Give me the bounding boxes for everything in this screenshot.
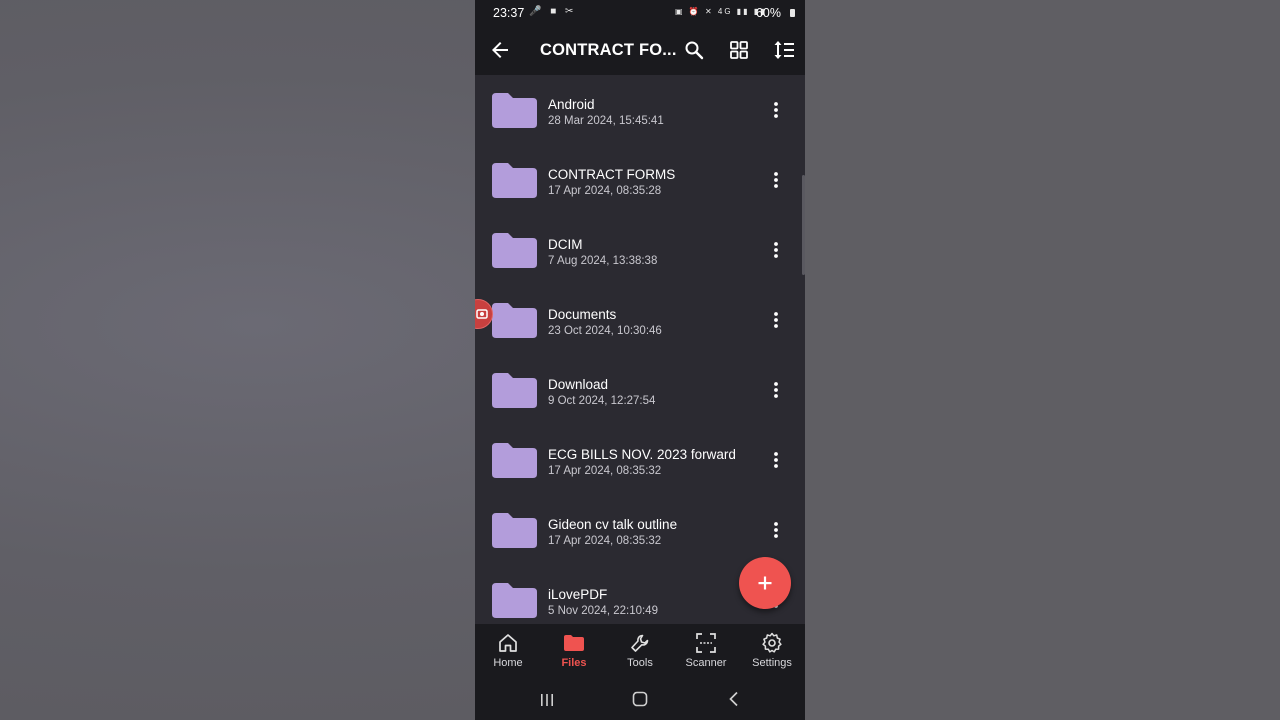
- home-button-icon[interactable]: [632, 691, 648, 707]
- folder-list[interactable]: Android 28 Mar 2024, 15:45:41 CONTRACT F…: [475, 75, 805, 624]
- folder-name: iLovePDF: [548, 587, 608, 602]
- list-item[interactable]: Download 9 Oct 2024, 12:27:54: [475, 355, 805, 425]
- nav-label: Scanner: [685, 657, 727, 669]
- nav-label: Tools: [627, 657, 653, 669]
- status-notification-icons: 🎤 ■ ✂: [529, 6, 577, 17]
- folder-icon: [564, 635, 584, 651]
- battery-icon: [790, 9, 795, 17]
- list-item[interactable]: CONTRACT FORMS 17 Apr 2024, 08:35:28: [475, 145, 805, 215]
- phone-screen: 23:37 🎤 ■ ✂ ▣ ⏰ ✕ 4G ▮▮ ▮▮ 60% CONTRACT …: [475, 0, 805, 720]
- nav-label: Settings: [752, 657, 792, 669]
- recent-apps-icon[interactable]: [539, 692, 555, 708]
- folder-icon: [492, 373, 537, 408]
- folder-date: 17 Apr 2024, 08:35:32: [548, 465, 662, 477]
- folder-date: 7 Aug 2024, 13:38:38: [548, 255, 658, 267]
- bottom-navigation: Home Files Tools Scanner Settings: [475, 624, 805, 680]
- back-button-icon[interactable]: [726, 691, 742, 707]
- status-system-icons: ▣ ⏰ ✕ 4G ▮▮ ▮▮: [675, 7, 767, 16]
- folder-date: 23 Oct 2024, 10:30:46: [548, 325, 662, 337]
- folder-icon: [492, 443, 537, 478]
- folder-icon: [492, 513, 537, 548]
- folder-name: Download: [548, 377, 609, 392]
- gear-icon: [762, 632, 782, 653]
- screen-recorder-bubble[interactable]: [475, 299, 493, 329]
- nav-item-settings[interactable]: Settings: [739, 624, 805, 680]
- folder-icon: [492, 163, 537, 198]
- system-navigation-bar: [475, 680, 805, 720]
- more-vert-icon[interactable]: [771, 311, 781, 329]
- grid-view-icon[interactable]: [727, 38, 751, 62]
- scanner-icon: [696, 633, 716, 653]
- list-item[interactable]: ECG BILLS NOV. 2023 forward 17 Apr 2024,…: [475, 425, 805, 495]
- search-icon[interactable]: [682, 38, 706, 62]
- list-item[interactable]: Documents 23 Oct 2024, 10:30:46: [475, 285, 805, 355]
- folder-icon: [492, 233, 537, 268]
- camera-icon: [476, 309, 488, 319]
- folder-name: Gideon cv talk outline: [548, 517, 678, 532]
- list-item[interactable]: Android 28 Mar 2024, 15:45:41: [475, 75, 805, 145]
- background-panel: [805, 0, 1280, 720]
- folder-name: Android: [548, 97, 595, 112]
- nav-label: Home: [493, 657, 523, 669]
- more-vert-icon[interactable]: [771, 451, 781, 469]
- network-label: 4G: [717, 7, 733, 16]
- app-bar: CONTRACT FO...: [475, 25, 805, 75]
- nav-item-files[interactable]: Files: [541, 624, 607, 680]
- status-bar: 23:37 🎤 ■ ✂ ▣ ⏰ ✕ 4G ▮▮ ▮▮ 60%: [475, 0, 805, 25]
- more-vert-icon[interactable]: [771, 101, 781, 119]
- list-item[interactable]: DCIM 7 Aug 2024, 13:38:38: [475, 215, 805, 285]
- folder-date: 17 Apr 2024, 08:35:28: [548, 185, 662, 197]
- add-button[interactable]: [739, 557, 791, 609]
- folder-name: Documents: [548, 307, 617, 322]
- nav-item-tools[interactable]: Tools: [607, 624, 673, 680]
- nav-label: Files: [561, 657, 587, 669]
- folder-date: 9 Oct 2024, 12:27:54: [548, 395, 656, 407]
- scrollbar-thumb[interactable]: [802, 175, 805, 275]
- arrow-back-icon[interactable]: [488, 38, 512, 62]
- folder-icon: [492, 303, 537, 338]
- more-vert-icon[interactable]: [771, 521, 781, 539]
- list-item[interactable]: Gideon cv talk outline 17 Apr 2024, 08:3…: [475, 495, 805, 565]
- more-vert-icon[interactable]: [771, 241, 781, 259]
- battery-level: 60%: [755, 6, 781, 20]
- folder-date: 17 Apr 2024, 08:35:32: [548, 535, 662, 547]
- folder-date: 28 Mar 2024, 15:45:41: [548, 115, 664, 127]
- nav-item-home[interactable]: Home: [475, 624, 541, 680]
- more-vert-icon[interactable]: [771, 381, 781, 399]
- sort-icon[interactable]: [772, 38, 796, 62]
- plus-icon: [758, 576, 772, 590]
- folder-name: DCIM: [548, 237, 583, 252]
- more-vert-icon[interactable]: [771, 171, 781, 189]
- folder-date: 5 Nov 2024, 22:10:49: [548, 605, 658, 617]
- folder-icon: [492, 583, 537, 618]
- folder-name: CONTRACT FORMS: [548, 167, 676, 182]
- status-time: 23:37: [493, 6, 525, 20]
- folder-name: ECG BILLS NOV. 2023 forward: [548, 447, 736, 462]
- home-icon: [499, 634, 517, 652]
- folder-icon: [492, 93, 537, 128]
- wrench-icon: [631, 634, 649, 652]
- page-title: CONTRACT FO...: [540, 41, 677, 59]
- nav-item-scanner[interactable]: Scanner: [673, 624, 739, 680]
